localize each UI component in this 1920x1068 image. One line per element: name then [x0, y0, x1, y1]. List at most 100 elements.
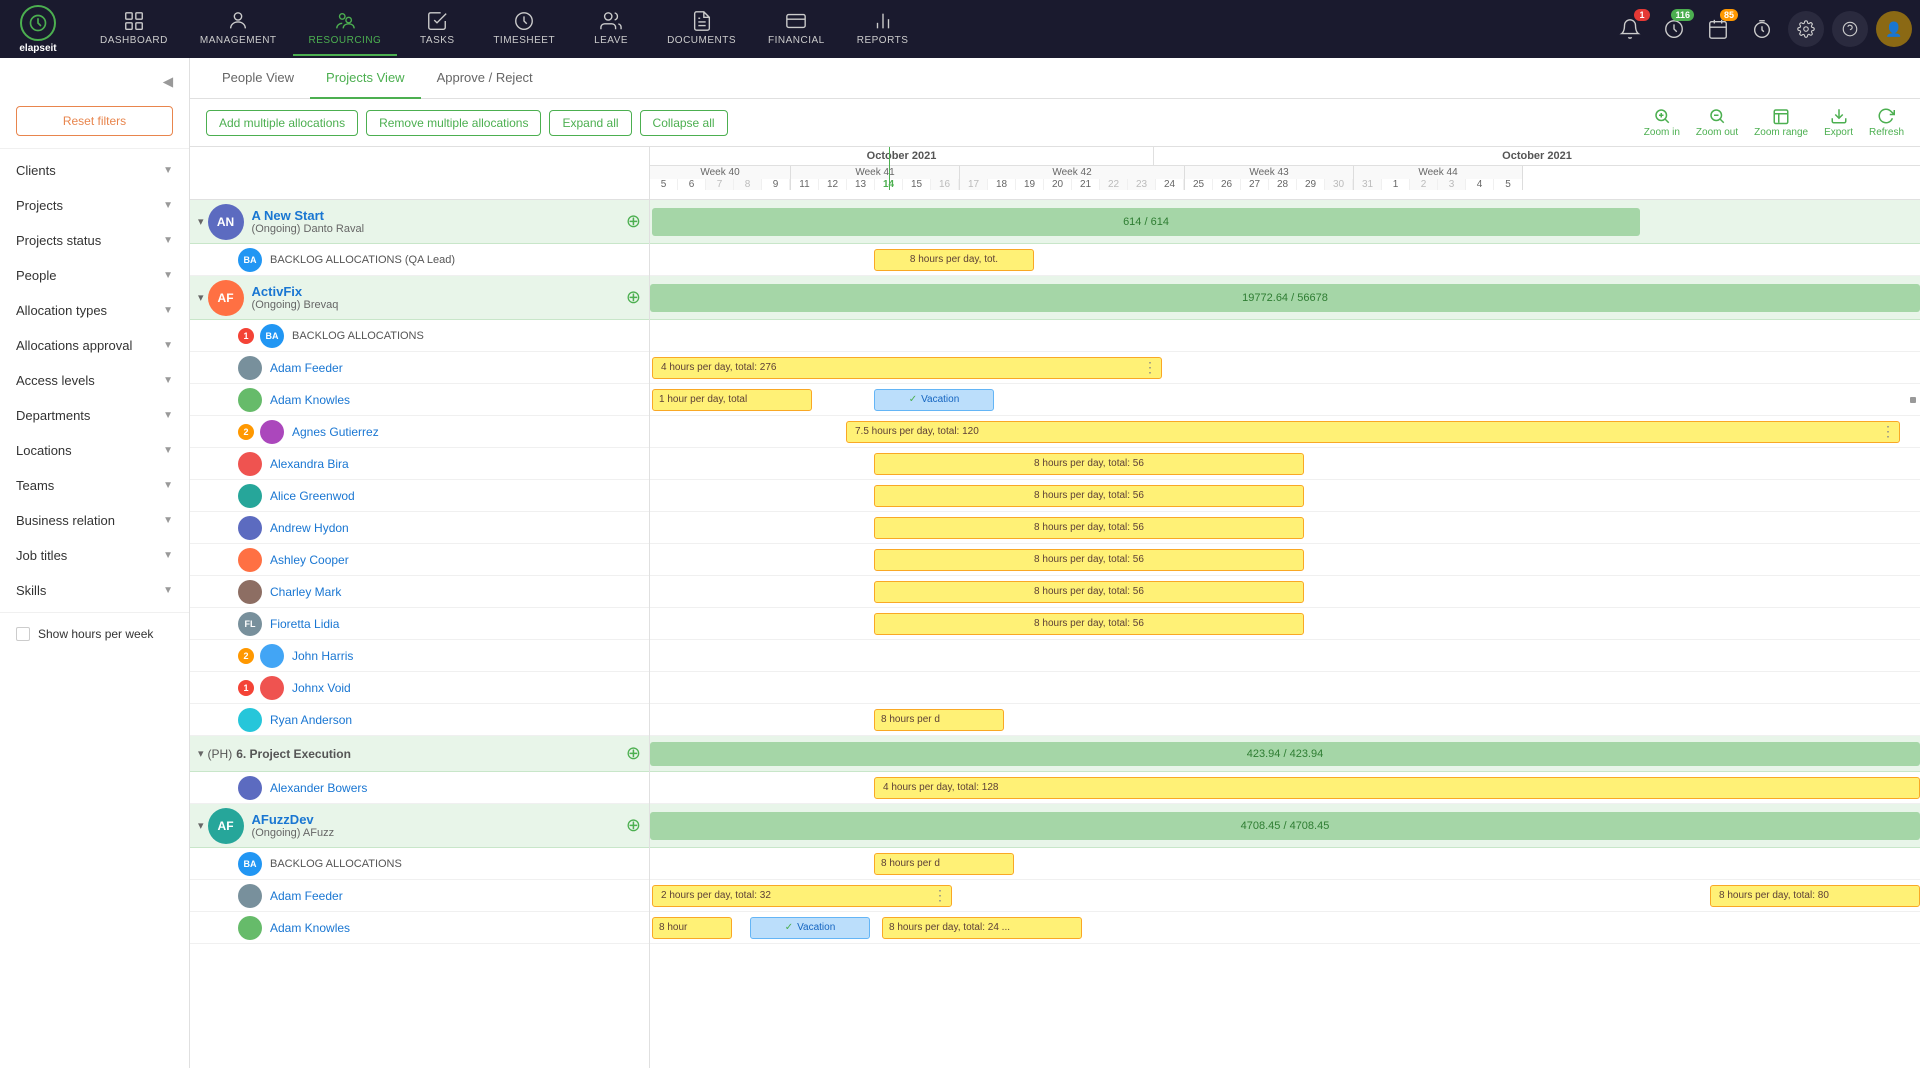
add-multiple-allocations-button[interactable]: Add multiple allocations	[206, 110, 358, 136]
zoom-in-action[interactable]: Zoom in	[1644, 107, 1680, 138]
timesheet-button[interactable]: 116	[1656, 11, 1692, 47]
sidebar-item-clients[interactable]: Clients ▼	[0, 153, 189, 188]
chevron-down-icon: ▼	[163, 270, 173, 281]
sidebar-item-projects[interactable]: Projects ▼	[0, 188, 189, 223]
nav-financial[interactable]: FINANCIAL	[752, 2, 841, 56]
person-name[interactable]: John Harris	[292, 649, 353, 663]
collapse-arrow[interactable]: ▾	[198, 819, 204, 832]
person-name[interactable]: Alexandra Bira	[270, 457, 349, 471]
person-name[interactable]: Ashley Cooper	[270, 553, 349, 567]
reset-filters-button[interactable]: Reset filters	[16, 106, 173, 136]
sidebar-item-business-relation[interactable]: Business relation ▼	[0, 503, 189, 538]
person-name[interactable]: Adam Feeder	[270, 361, 343, 375]
project-avatar: AN	[208, 204, 244, 240]
user-avatar[interactable]: 👤	[1876, 11, 1912, 47]
bar-menu-icon[interactable]: ⋮	[1143, 359, 1157, 376]
person-name[interactable]: Johnx Void	[292, 681, 351, 695]
bar-menu-icon[interactable]: ⋮	[933, 887, 947, 904]
sidebar-collapse-button[interactable]: ◀	[155, 70, 181, 94]
top-navigation: elapseit DASHBOARD MANAGEMENT RESOURCING…	[0, 0, 1920, 58]
export-action[interactable]: Export	[1824, 107, 1853, 138]
bar-row	[650, 672, 1920, 704]
collapse-arrow[interactable]: ▾	[198, 747, 204, 760]
refresh-action[interactable]: Refresh	[1869, 107, 1904, 138]
timer-button[interactable]	[1744, 11, 1780, 47]
bar-row: 7.5 hours per day, total: 120 ⋮	[650, 416, 1920, 448]
person-name[interactable]: Alice Greenwod	[270, 489, 355, 503]
sidebar-item-allocation-types[interactable]: Allocation types ▼	[0, 293, 189, 328]
tab-projects-view[interactable]: Projects View	[310, 58, 421, 99]
app-logo[interactable]: elapseit	[8, 5, 68, 54]
check-icon: ✓	[785, 922, 793, 933]
show-hours-option[interactable]: Show hours per week	[0, 617, 189, 651]
chevron-down-icon: ▼	[163, 480, 173, 491]
collapse-arrow[interactable]: ▾	[198, 215, 204, 228]
sidebar-item-access-levels[interactable]: Access levels ▼	[0, 363, 189, 398]
collapse-all-button[interactable]: Collapse all	[640, 110, 728, 136]
project-name[interactable]: ActivFix	[252, 284, 622, 299]
show-hours-checkbox[interactable]	[16, 627, 30, 641]
person-name[interactable]: Adam Feeder	[270, 889, 343, 903]
project-name[interactable]: AFuzzDev	[252, 812, 622, 827]
help-button[interactable]	[1832, 11, 1868, 47]
person-name[interactable]: Adam Knowles	[270, 921, 350, 935]
add-allocation-button[interactable]: ⊕	[626, 287, 641, 308]
bar-row: 8 hour ✓ Vacation 8 hours per day, total…	[650, 912, 1920, 944]
project-gantt-bar: 19772.64 / 56678	[650, 284, 1920, 312]
sidebar: ◀ Reset filters Clients ▼ Projects ▼ Pro…	[0, 58, 190, 1068]
expand-all-button[interactable]: Expand all	[549, 110, 631, 136]
nav-timesheet[interactable]: TIMESHEET	[477, 2, 571, 56]
leave-button[interactable]: 85	[1700, 11, 1736, 47]
day-cell: 9	[762, 179, 790, 190]
project-info: A New Start (Ongoing) Danto Raval	[252, 208, 622, 235]
collapse-arrow[interactable]: ▾	[198, 291, 204, 304]
person-name[interactable]: Alexander Bowers	[270, 781, 367, 795]
day-cell: 5	[1494, 179, 1522, 190]
sidebar-item-projects-status[interactable]: Projects status ▼	[0, 223, 189, 258]
day-cell-weekend: 31	[1354, 179, 1382, 190]
nav-leave[interactable]: LEAVE	[571, 2, 651, 56]
person-avatar	[238, 356, 262, 380]
sidebar-item-skills[interactable]: Skills ▼	[0, 573, 189, 608]
nav-dashboard[interactable]: DASHBOARD	[84, 2, 184, 56]
zoom-range-action[interactable]: Zoom range	[1754, 107, 1808, 138]
settings-button[interactable]	[1788, 11, 1824, 47]
nav-management[interactable]: MANAGEMENT	[184, 2, 293, 56]
sidebar-item-allocations-approval[interactable]: Allocations approval ▼	[0, 328, 189, 363]
week-44-label: Week 44	[1354, 166, 1522, 179]
sidebar-item-people[interactable]: People ▼	[0, 258, 189, 293]
person-name[interactable]: Agnes Gutierrez	[292, 425, 379, 439]
person-name[interactable]: Fioretta Lidia	[270, 617, 339, 631]
bar-menu-icon[interactable]: ⋮	[1881, 423, 1895, 440]
project-name[interactable]: A New Start	[252, 208, 622, 223]
nav-tasks[interactable]: TASKS	[397, 2, 477, 56]
remove-multiple-allocations-button[interactable]: Remove multiple allocations	[366, 110, 541, 136]
backlog-avatar: BA	[238, 852, 262, 876]
person-name[interactable]: Charley Mark	[270, 585, 341, 599]
project-gantt-bar: 614 / 614	[652, 208, 1640, 236]
person-name[interactable]: Ryan Anderson	[270, 713, 352, 727]
allocation-bar: 8 hour	[652, 917, 732, 939]
add-allocation-button[interactable]: ⊕	[626, 815, 641, 836]
tab-people-view[interactable]: People View	[206, 58, 310, 99]
sidebar-item-job-titles[interactable]: Job titles ▼	[0, 538, 189, 573]
zoom-out-action[interactable]: Zoom out	[1696, 107, 1738, 138]
backlog-label: BACKLOG ALLOCATIONS (QA Lead)	[270, 254, 455, 266]
notifications-button[interactable]: 1	[1612, 11, 1648, 47]
add-allocation-button[interactable]: ⊕	[626, 211, 641, 232]
tab-approve-reject[interactable]: Approve / Reject	[421, 58, 549, 99]
nav-resourcing[interactable]: RESOURCING	[293, 2, 398, 56]
project-avatar: AF	[208, 280, 244, 316]
allocation-bar: 8 hours per day, total: 56	[874, 517, 1304, 539]
sidebar-item-teams[interactable]: Teams ▼	[0, 468, 189, 503]
person-name[interactable]: Andrew Hydon	[270, 521, 349, 535]
sidebar-item-locations[interactable]: Locations ▼	[0, 433, 189, 468]
add-allocation-button[interactable]: ⊕	[626, 743, 641, 764]
week-41-label: Week 41	[791, 166, 959, 179]
nav-documents[interactable]: DOCUMENTS	[651, 2, 752, 56]
week-42-label: Week 42	[960, 166, 1184, 179]
project-bar-row: 614 / 614	[650, 200, 1920, 244]
person-name[interactable]: Adam Knowles	[270, 393, 350, 407]
sidebar-item-departments[interactable]: Departments ▼	[0, 398, 189, 433]
nav-reports[interactable]: REPORTS	[841, 2, 925, 56]
